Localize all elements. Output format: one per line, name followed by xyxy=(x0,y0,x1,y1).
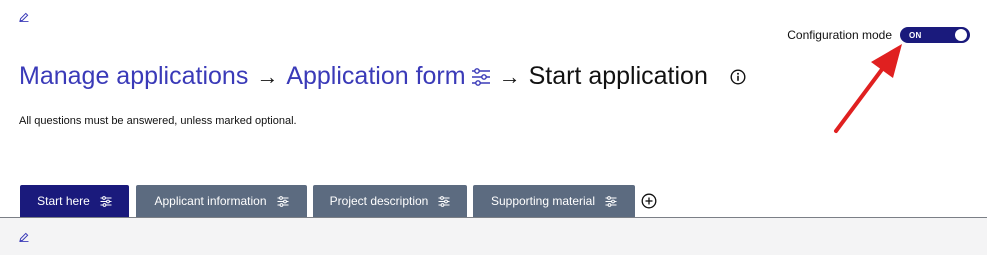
tab-label: Start here xyxy=(37,194,90,208)
sliders-icon[interactable] xyxy=(277,195,289,207)
tab-bar: Start here Applicant information Project… xyxy=(20,185,657,217)
configuration-mode-toggle[interactable]: ON xyxy=(900,27,970,43)
plus-circle-icon xyxy=(641,193,657,209)
tab-label: Project description xyxy=(329,194,429,208)
sliders-icon[interactable] xyxy=(471,67,491,86)
sliders-icon[interactable] xyxy=(605,195,617,207)
breadcrumb-application-form[interactable]: Application form xyxy=(286,62,465,91)
breadcrumb: Manage applications → Application form →… xyxy=(19,62,746,91)
tab-content-panel xyxy=(0,217,987,255)
toggle-state-label: ON xyxy=(909,30,922,40)
instructions-text: All questions must be answered, unless m… xyxy=(19,115,297,127)
breadcrumb-separator: → xyxy=(256,63,279,89)
toggle-knob xyxy=(955,29,967,41)
edit-section-icon[interactable] xyxy=(19,232,29,242)
add-tab-button[interactable] xyxy=(641,185,657,217)
annotation-arrow xyxy=(834,44,902,133)
sliders-icon[interactable] xyxy=(100,195,112,207)
sliders-icon[interactable] xyxy=(438,195,450,207)
edit-page-icon[interactable] xyxy=(19,12,29,22)
tab-project-description[interactable]: Project description xyxy=(313,185,467,217)
tab-label: Applicant information xyxy=(154,194,267,208)
tab-supporting-material[interactable]: Supporting material xyxy=(473,185,635,217)
breadcrumb-separator: → xyxy=(498,63,521,89)
tab-applicant-information[interactable]: Applicant information xyxy=(136,185,307,217)
page-title: Start application xyxy=(528,62,708,90)
tab-label: Supporting material xyxy=(490,194,596,208)
breadcrumb-manage-applications[interactable]: Manage applications xyxy=(19,62,248,91)
info-icon[interactable] xyxy=(730,68,746,85)
tab-start-here[interactable]: Start here xyxy=(20,185,129,217)
configuration-mode-label: Configuration mode xyxy=(787,28,892,42)
configuration-mode: Configuration mode ON xyxy=(787,27,970,43)
